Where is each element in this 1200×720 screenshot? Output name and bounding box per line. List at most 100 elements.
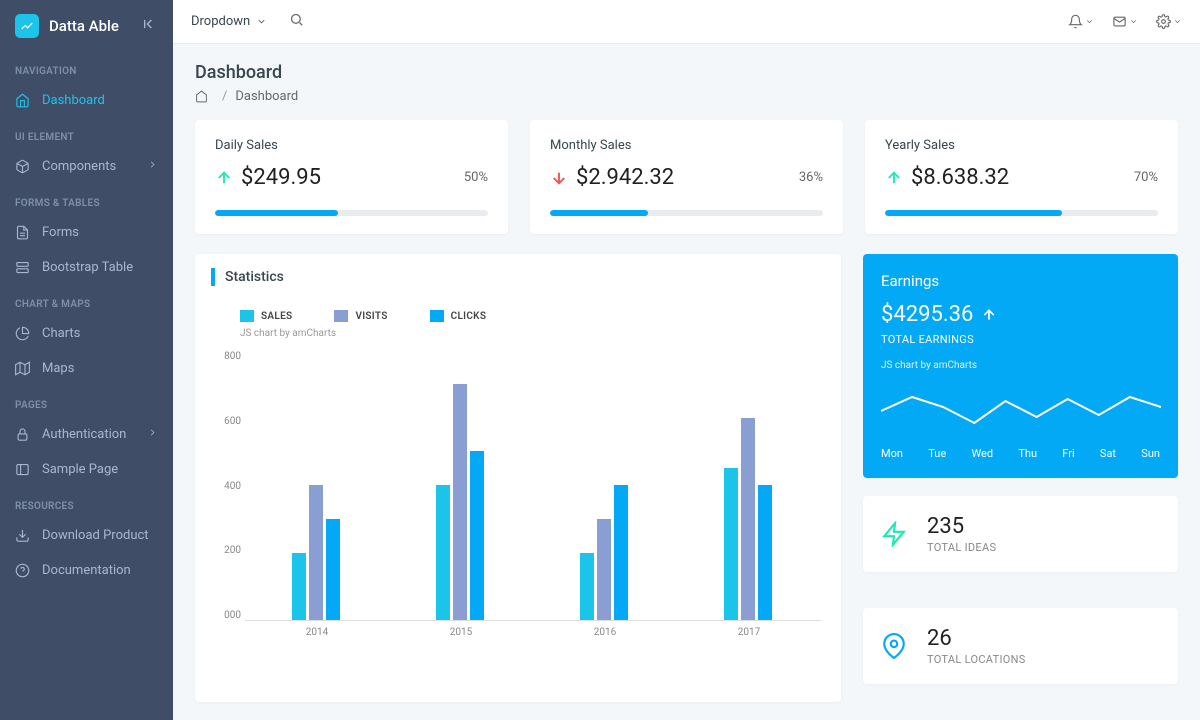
dropdown-label: Dropdown	[191, 14, 250, 29]
nav-item-label: Documentation	[42, 563, 131, 578]
stat-label: TOTAL IDEAS	[927, 541, 996, 554]
download-icon	[15, 528, 30, 543]
brand-logo[interactable]: Datta Able	[0, 0, 173, 52]
chevron-down-icon	[1085, 17, 1094, 26]
legend-item[interactable]: SALES	[240, 310, 292, 322]
pin-icon	[881, 633, 907, 659]
chart-bar	[758, 485, 772, 620]
nav-section-title: NAVIGATION	[0, 52, 173, 83]
home-icon	[15, 93, 30, 108]
stat-value: 235	[927, 514, 996, 539]
chart-y-axis: 800600400200000	[217, 351, 241, 621]
day-label: Mon	[881, 447, 903, 460]
chevron-down-icon	[1129, 17, 1138, 26]
chart-plot	[245, 351, 821, 621]
nav-section-title: FORMS & TABLES	[0, 184, 173, 215]
chart-bar	[614, 485, 628, 620]
y-tick: 400	[217, 481, 241, 492]
chevron-down-icon	[1173, 17, 1182, 26]
zap-icon	[881, 521, 907, 547]
sidebar-icon	[15, 462, 30, 477]
chart-attribution: JS chart by amCharts	[240, 328, 821, 339]
map-icon	[15, 361, 30, 376]
nav-item-label: Maps	[42, 361, 74, 376]
earnings-days: MonTueWedThuFriSatSun	[881, 447, 1160, 460]
search-icon	[289, 12, 304, 27]
home-icon[interactable]	[195, 90, 208, 103]
chart-bar	[741, 418, 755, 621]
chevron-right-icon	[147, 427, 158, 442]
server-icon	[15, 260, 30, 275]
y-tick: 600	[217, 416, 241, 427]
progress-bar	[215, 210, 488, 216]
day-label: Sun	[1141, 447, 1160, 460]
bell-icon	[1068, 14, 1083, 29]
chevron-right-icon	[147, 159, 158, 174]
legend-item[interactable]: VISITS	[334, 310, 387, 322]
arrow-up-icon	[981, 307, 997, 323]
sidebar-item-components[interactable]: Components	[0, 149, 173, 184]
arrow-up-icon	[885, 169, 903, 187]
sidebar-item-documentation[interactable]: Documentation	[0, 553, 173, 588]
sales-card: Daily Sales$249.9550%	[195, 120, 508, 234]
nav-item-label: Charts	[42, 326, 80, 341]
nav-item-label: Bootstrap Table	[42, 260, 133, 275]
sidebar-item-authentication[interactable]: Authentication	[0, 417, 173, 452]
breadcrumb-sep: /	[222, 89, 227, 104]
topbar-dropdown[interactable]: Dropdown	[191, 14, 267, 29]
y-tick: 200	[217, 545, 241, 556]
sidebar-item-bootstrap-table[interactable]: Bootstrap Table	[0, 250, 173, 285]
chart-bar	[580, 553, 594, 621]
logo-icon	[15, 14, 39, 38]
card-label: Daily Sales	[215, 138, 488, 153]
sidebar-nav: NAVIGATIONDashboardUI ELEMENT Components F…	[0, 52, 173, 588]
messages-button[interactable]	[1112, 14, 1138, 29]
help-icon	[15, 563, 30, 578]
bar-group	[724, 418, 772, 621]
chart-bar	[326, 519, 340, 620]
nav-item-label: Components	[42, 159, 116, 174]
earnings-attribution: JS chart by amCharts	[881, 360, 1160, 371]
card-value: $8.638.32	[885, 165, 1009, 190]
statistics-card: Statistics SALESVISITSCLICKS JS chart by…	[195, 254, 841, 702]
sales-card: Monthly Sales$2.942.3236%	[530, 120, 843, 234]
sidebar-collapse-button[interactable]	[142, 16, 158, 36]
notifications-button[interactable]	[1068, 14, 1094, 29]
card-percent: 70%	[1134, 170, 1158, 185]
arrow-down-icon	[550, 169, 568, 187]
sidebar-item-sample-page[interactable]: Sample Page	[0, 452, 173, 487]
stat-card: 26TOTAL LOCATIONS	[863, 608, 1178, 684]
settings-button[interactable]	[1156, 14, 1182, 29]
bar-group	[292, 485, 340, 620]
progress-bar	[885, 210, 1158, 216]
sidebar-item-download-product[interactable]: Download Product	[0, 518, 173, 553]
chart-legend: SALES VISITS CLICKS	[240, 310, 821, 322]
sidebar-item-charts[interactable]: Charts	[0, 316, 173, 351]
breadcrumb: / Dashboard	[195, 89, 1178, 104]
nav-section-title: UI ELEMENT	[0, 118, 173, 149]
stat-label: TOTAL LOCATIONS	[927, 653, 1026, 666]
nav-item-label: Download Product	[42, 528, 149, 543]
sales-card: Yearly Sales$8.638.3270%	[865, 120, 1178, 234]
earnings-title: Earnings	[881, 272, 1160, 290]
search-button[interactable]	[289, 12, 304, 31]
stats-accent-bar	[211, 268, 215, 286]
sidebar: Datta Able NAVIGATIONDashboardUI ELEMENT…	[0, 0, 173, 720]
bar-group	[436, 384, 484, 620]
chevron-down-icon	[256, 16, 267, 27]
legend-item[interactable]: CLICKS	[430, 310, 487, 322]
mail-icon	[1112, 14, 1127, 29]
pie-icon	[15, 326, 30, 341]
nav-item-label: Forms	[42, 225, 79, 240]
card-percent: 36%	[799, 170, 823, 185]
card-value: $2.942.32	[550, 165, 674, 190]
chart-bar	[292, 553, 306, 621]
sidebar-item-forms[interactable]: Forms	[0, 215, 173, 250]
breadcrumb-current: Dashboard	[235, 89, 298, 104]
sidebar-item-dashboard[interactable]: Dashboard	[0, 83, 173, 118]
earnings-card: Earnings $4295.36 TOTAL EARNINGS JS char…	[863, 254, 1178, 478]
sidebar-item-maps[interactable]: Maps	[0, 351, 173, 386]
topbar: Dropdown	[173, 0, 1200, 44]
gear-icon	[1156, 14, 1171, 29]
page-title: Dashboard	[195, 62, 1178, 83]
